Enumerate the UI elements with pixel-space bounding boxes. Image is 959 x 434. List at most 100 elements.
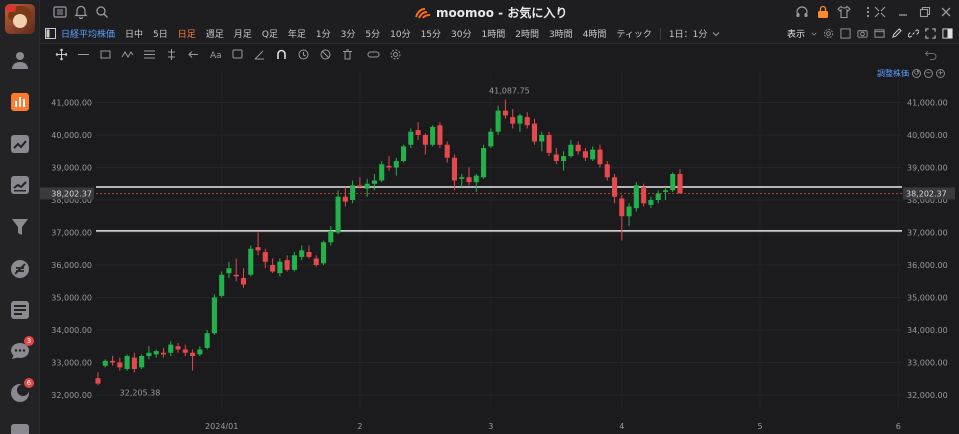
candle-body: [575, 144, 581, 152]
timeframe-tab[interactable]: 日中: [120, 27, 148, 40]
y-tick-label-left: 41,000.00: [51, 99, 92, 108]
candle-body: [408, 131, 414, 145]
candle-body: [342, 196, 348, 202]
y-tick-label-right: 33,000.00: [907, 359, 948, 368]
text-tool-icon[interactable]: Aa: [204, 46, 226, 62]
close-icon[interactable]: [939, 5, 953, 19]
restore-icon[interactable]: [918, 5, 932, 19]
timeframe-tab[interactable]: 10分: [385, 27, 415, 40]
candle-body: [291, 255, 297, 270]
timeframe-tab[interactable]: 日足: [173, 27, 201, 40]
timeframe-tab[interactable]: 3分: [336, 27, 361, 40]
drawing-settings-icon[interactable]: [384, 46, 406, 62]
candle-body: [350, 185, 356, 200]
camera-icon[interactable]: [857, 28, 868, 39]
index-name[interactable]: 日経平均株価: [56, 27, 120, 40]
reset-icon[interactable]: ↺: [912, 69, 921, 78]
y-tick-label-right: 39,000.00: [907, 164, 948, 173]
candle-body: [561, 156, 567, 161]
candle-body: [437, 125, 443, 145]
lock-drawing-icon[interactable]: [292, 46, 314, 62]
display-chevron-icon[interactable]: [811, 31, 817, 37]
news-list-icon[interactable]: [9, 299, 31, 321]
candle-body: [539, 135, 545, 142]
price-chart[interactable]: 41,000.00 41,000.00 40,000.00 40,000.00 39,0…: [40, 64, 959, 434]
timeframe-tab[interactable]: 月足: [229, 27, 257, 40]
candle-body: [175, 346, 181, 350]
undo-icon[interactable]: [919, 46, 941, 62]
settings-icon[interactable]: [823, 28, 834, 39]
candle-body: [459, 177, 465, 179]
split-view-icon[interactable]: [942, 28, 953, 39]
y-tick-label-right: 40,000.00: [907, 131, 948, 140]
more-icon[interactable]: [9, 422, 31, 434]
timeframe-tab[interactable]: 年足: [283, 27, 311, 40]
fibonacci-tool-icon[interactable]: [138, 46, 160, 62]
timeframe-tab[interactable]: 3時間: [544, 27, 578, 40]
menu-icon[interactable]: [53, 5, 67, 19]
window-icon[interactable]: [874, 28, 885, 39]
hide-drawing-icon[interactable]: [314, 46, 336, 62]
search-icon[interactable]: [95, 5, 109, 19]
moon-community-icon[interactable]: 6: [9, 378, 34, 404]
timeframe-tab[interactable]: Q足: [257, 27, 283, 40]
x-tick-label: 2024/01: [205, 422, 238, 431]
portfolio-icon[interactable]: [9, 174, 31, 196]
pencil-icon[interactable]: [891, 28, 902, 39]
trash-icon[interactable]: [336, 46, 358, 62]
note-tool-icon[interactable]: [226, 46, 248, 62]
chevron-down-icon[interactable]: [712, 30, 720, 38]
timeframe-tab[interactable]: 5日: [148, 27, 173, 40]
rectangle-tool-icon[interactable]: [94, 46, 116, 62]
display-menu[interactable]: 表示: [787, 27, 805, 40]
timeframe-tab[interactable]: 30分: [446, 27, 476, 40]
magnet-icon[interactable]: [270, 46, 292, 62]
panel-toggle-icon[interactable]: [45, 28, 56, 39]
move-cross-icon[interactable]: [50, 46, 72, 62]
zoom-in-icon[interactable]: +: [936, 69, 945, 78]
shirt-theme-icon[interactable]: [837, 5, 851, 19]
layout-icon[interactable]: [840, 28, 851, 39]
no-commission-icon[interactable]: [9, 258, 31, 280]
candle-body: [255, 247, 261, 251]
timeframe-tab[interactable]: 4時間: [578, 27, 612, 40]
candle-body: [546, 135, 552, 153]
low-label: 32,205.38: [120, 388, 161, 397]
timeframe-tab[interactable]: 2時間: [510, 27, 544, 40]
candle-body: [320, 242, 327, 264]
zoom-out-icon[interactable]: −: [924, 69, 933, 78]
y-tick-label-right: 41,000.00: [907, 99, 948, 108]
adjust-price-label[interactable]: 調整株価: [877, 68, 909, 79]
bell-icon[interactable]: [74, 5, 88, 19]
timeframe-tab[interactable]: 1分: [311, 27, 336, 40]
fullscreen-icon[interactable]: [925, 28, 936, 39]
candle-body: [379, 164, 385, 181]
angle-tool-icon[interactable]: [248, 46, 270, 62]
link-icon[interactable]: [908, 28, 919, 39]
markets-chart-icon[interactable]: [9, 91, 31, 113]
timeframe-tab[interactable]: 週足: [201, 27, 229, 40]
high-label: 41,087.75: [489, 87, 530, 96]
candlestick-chart[interactable]: 41,000.00 41,000.00 40,000.00 40,000.00 39,0…: [40, 64, 959, 434]
timeframe-tab[interactable]: 1時間: [476, 27, 510, 40]
timeframe-tab[interactable]: 5分: [360, 27, 385, 40]
measure-tool-icon[interactable]: [160, 46, 182, 62]
candle-body: [393, 161, 399, 168]
line-tool-icon[interactable]: [72, 46, 94, 62]
collapse-icon[interactable]: [873, 5, 887, 19]
zigzag-tool-icon[interactable]: [116, 46, 138, 62]
trend-icon[interactable]: [9, 133, 31, 155]
screener-filter-icon[interactable]: [9, 216, 31, 238]
minimize-icon[interactable]: [896, 5, 910, 19]
toggle-icon[interactable]: [362, 46, 384, 62]
avatar[interactable]: [5, 4, 35, 34]
custom-timeframe[interactable]: 1日：1分: [664, 27, 712, 40]
timeframe-tab[interactable]: 15分: [416, 27, 446, 40]
candle-body: [553, 154, 559, 161]
arrow-tool-icon[interactable]: [182, 46, 204, 62]
messages-icon[interactable]: 3: [9, 336, 34, 362]
lock-icon[interactable]: [816, 5, 830, 19]
user-icon[interactable]: [9, 49, 31, 71]
headset-icon[interactable]: [795, 5, 809, 19]
timeframe-tab[interactable]: ティック: [611, 27, 656, 40]
